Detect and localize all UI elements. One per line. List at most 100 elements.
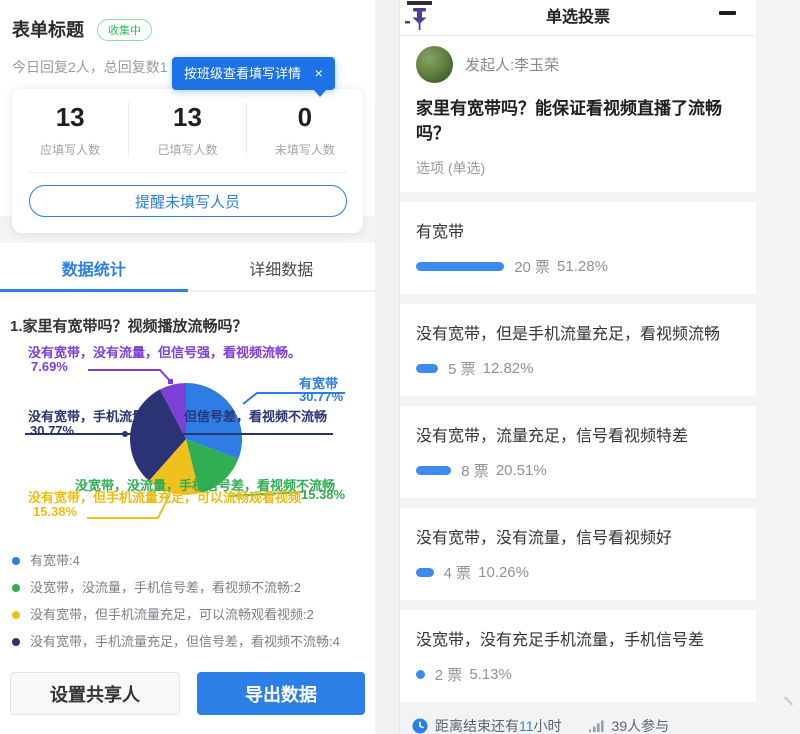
option-votes: 5 票: [448, 358, 476, 379]
pie-chart-area: 没有宽带，没有流量，但信号强，看视频流畅。 7.69% 有宽带 30.77% 没…: [0, 336, 375, 544]
tab-label: 详细数据: [249, 262, 313, 279]
remind-unfilled-button[interactable]: 提醒未填写人员: [29, 185, 347, 217]
stat-label: 未填写人数: [247, 141, 363, 158]
screen: 表单标题 收集中 今日回复2人，总回复数1 按班级查看填写详情 × 13 应填写…: [0, 0, 800, 734]
question-title: 1.家里有宽带吗？视频播放流畅吗？: [0, 292, 375, 336]
tab-detailed-data[interactable]: 详细数据: [188, 243, 376, 292]
pie-callout-green-pct: 15.38%: [301, 487, 345, 502]
initiator-name: 发起人:李玉荣: [465, 54, 559, 75]
option-percent: 12.82%: [483, 360, 534, 377]
vote-panel: 单选投票 发起人:李玉荣 家里有宽带吗？能保证看视频直播了流畅吗？ 选项 (单选…: [400, 0, 756, 734]
option-percent: 10.26%: [478, 564, 529, 581]
initiator-avatar[interactable]: [416, 46, 453, 83]
stat-unfilled: 0 未填写人数: [246, 102, 363, 158]
participants-count: 39人参与: [612, 716, 670, 734]
result-bar: [416, 568, 434, 577]
option-votes: 8 票: [461, 460, 489, 481]
result-bar: [416, 670, 425, 679]
vote-option-1[interactable]: 有宽带 20 票 51.28%: [400, 202, 756, 294]
close-icon[interactable]: ×: [315, 65, 323, 81]
minimize-icon[interactable]: [719, 11, 736, 15]
vote-question: 家里有宽带吗？能保证看视频直播了流畅吗？: [416, 97, 740, 146]
class-view-tooltip[interactable]: 按班级查看填写详情 ×: [172, 57, 335, 90]
countdown-suffix: 小时: [534, 716, 562, 734]
vote-header: 单选投票: [400, 0, 756, 36]
option-votes: 20 票: [514, 256, 550, 277]
form-title: 表单标题: [12, 20, 84, 40]
legend-item: 没宽带，没流量，手机信号差，看视频不流畅:2: [12, 574, 363, 601]
leader-dot-purple: [168, 379, 173, 384]
option-label: 没有宽带，没有流量，信号看视频好: [416, 524, 740, 548]
legend-text: 没有宽带，手机流量充足，但信号差，看视频不流畅:4: [30, 628, 340, 655]
clock-icon: [412, 718, 428, 734]
pie-callout-purple-text: 没有宽带，没有流量，但信号强，看视频流畅。: [28, 342, 301, 361]
tab-bar: 数据统计 详细数据: [0, 243, 375, 292]
option-label: 有宽带: [416, 218, 740, 242]
option-result: 2 票 5.13%: [416, 664, 740, 685]
result-bar: [416, 364, 438, 373]
option-votes: 4 票: [444, 562, 472, 583]
legend-item: 没有宽带，手机流量充足，但信号差，看视频不流畅:4: [12, 628, 363, 655]
option-label: 没有宽带，流量充足，信号看视频特差: [416, 422, 740, 446]
option-result: 5 票 12.82%: [416, 358, 740, 379]
option-result: 20 票 51.28%: [416, 256, 740, 277]
right-margin: [756, 0, 800, 734]
stat-should-fill: 13 应填写人数: [12, 102, 128, 158]
option-percent: 20.51%: [496, 462, 547, 479]
vote-option-4[interactable]: 没有宽带，没有流量，信号看视频好 4 票 10.26%: [400, 508, 756, 600]
participants-bars-icon: [588, 719, 605, 733]
pie-callout-purple-pct: 7.69%: [31, 359, 68, 374]
legend-dot-blue-icon: [12, 557, 20, 565]
panel-gutter: [375, 0, 400, 734]
legend-text: 有宽带:4: [30, 547, 80, 574]
tab-data-statistics[interactable]: 数据统计: [0, 243, 188, 292]
chart-legend: 有宽带:4 没宽带，没流量，手机信号差，看视频不流畅:2 没有宽带，但手机流量充…: [0, 544, 375, 655]
leader-dot-navy: [122, 431, 128, 437]
tab-label: 数据统计: [62, 262, 126, 279]
stats-row: 13 应填写人数 13 已填写人数 0 未填写人数: [12, 102, 363, 158]
collecting-status-badge: 收集中: [97, 19, 152, 41]
legend-dot-yellow-icon: [12, 611, 20, 619]
pie-callout-blue-pct: 30.77%: [299, 389, 343, 404]
pin-icon[interactable]: [404, 0, 434, 37]
pie-callout-navy-pct: 30.77%: [30, 423, 74, 438]
divider: [28, 172, 347, 173]
result-bar: [416, 262, 504, 271]
stat-value: 13: [129, 102, 245, 133]
vote-option-5[interactable]: 没宽带，没有充足手机流量，手机信号差 2 票 5.13%: [400, 610, 756, 702]
set-shared-people-button[interactable]: 设置共享人: [10, 672, 180, 715]
tooltip-text: 按班级查看填写详情: [184, 66, 301, 81]
stat-label: 应填写人数: [12, 141, 128, 158]
footer-actions: 设置共享人 导出数据: [0, 655, 375, 715]
stat-value: 0: [247, 102, 363, 133]
stat-filled: 13 已填写人数: [128, 102, 245, 158]
legend-text: 没宽带，没流量，手机信号差，看视频不流畅:2: [30, 574, 301, 601]
option-percent: 5.13%: [469, 666, 512, 683]
legend-dot-navy-icon: [12, 638, 20, 646]
stat-label: 已填写人数: [129, 141, 245, 158]
legend-item: 没有宽带，但手机流量充足，可以流畅观看视频:2: [12, 601, 363, 628]
stat-value: 13: [12, 102, 128, 133]
result-bar: [416, 466, 451, 475]
countdown-prefix: 距离结束还有: [435, 716, 519, 734]
resize-handle: [784, 696, 793, 705]
fill-stats-card: 13 应填写人数 13 已填写人数 0 未填写人数 提醒未填写人员: [12, 89, 363, 233]
vote-option-2[interactable]: 没有宽带，但是手机流量充足，看视频流畅 5 票 12.82%: [400, 304, 756, 396]
form-title-row: 表单标题 收集中: [12, 16, 363, 42]
export-data-button[interactable]: 导出数据: [197, 672, 365, 715]
option-result: 8 票 20.51%: [416, 460, 740, 481]
vote-footer: 距离结束还有11小时 39人参与: [400, 702, 756, 734]
vote-option-3[interactable]: 没有宽带，流量充足，信号看视频特差 8 票 20.51%: [400, 406, 756, 498]
form-stats-panel: 表单标题 收集中 今日回复2人，总回复数1 按班级查看填写详情 × 13 应填写…: [0, 0, 375, 734]
option-votes: 2 票: [435, 664, 463, 685]
legend-dot-green-icon: [12, 584, 20, 592]
vote-page-title: 单选投票: [400, 0, 756, 36]
leader-line-purple: [88, 370, 171, 382]
option-label: 没有宽带，但是手机流量充足，看视频流畅: [416, 320, 740, 344]
legend-item: 有宽带:4: [12, 547, 363, 574]
option-result: 4 票 10.26%: [416, 562, 740, 583]
option-label: 没宽带，没有充足手机流量，手机信号差: [416, 626, 740, 650]
countdown-value: 11: [519, 718, 534, 734]
initiator-row: 发起人:李玉荣: [416, 46, 740, 83]
vote-info-section: 发起人:李玉荣 家里有宽带吗？能保证看视频直播了流畅吗？ 选项 (单选): [400, 36, 756, 192]
